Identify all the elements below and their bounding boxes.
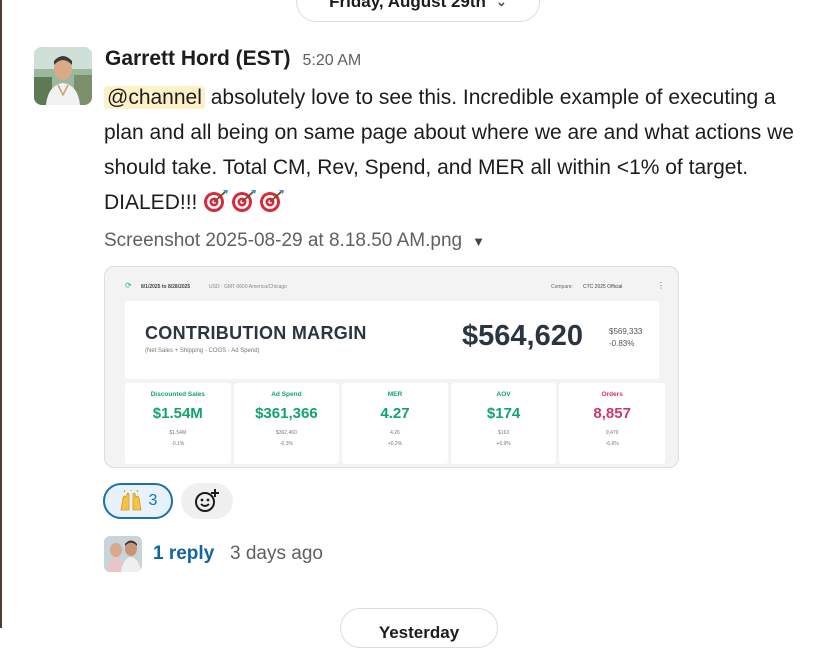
kpi-value: $1.54M (152, 405, 203, 422)
channel-mention[interactable]: @channel (104, 86, 205, 109)
kpi-target: 9,479 (605, 430, 619, 436)
message-header: Garrett Hord (EST) 5:20 AM (105, 47, 361, 71)
date-divider-button[interactable]: Friday, August 29th ⌄ (296, 0, 540, 22)
kpi-value: 8,857 (593, 405, 631, 422)
contribution-margin-card: CONTRIBUTION MARGIN (Net Sales + Shippin… (125, 301, 659, 379)
kpi-label: AOV (496, 391, 511, 398)
thread-last-reply-time: 3 days ago (230, 543, 323, 564)
kpi-label: MER (387, 391, 403, 398)
left-border (0, 0, 2, 628)
kpi-delta: -0.3% (279, 441, 293, 447)
thread-reply-link[interactable]: 1 reply (153, 543, 214, 565)
kpi-label: Discounted Sales (150, 391, 205, 398)
kpi-label: Orders (601, 391, 623, 398)
message-timestamp[interactable]: 5:20 AM (303, 52, 362, 70)
kpi-delta: -0.1% (171, 441, 185, 447)
preview-compare-label: Compare: (551, 284, 573, 290)
cm-title: CONTRIBUTION MARGIN (145, 323, 367, 343)
kpi-card: AOV $174 $163 +6.9% (450, 383, 557, 464)
kpi-card: Discounted Sales $1.54M $1.54M -0.1% (125, 383, 231, 464)
avatar[interactable] (34, 47, 92, 105)
cm-subtitle: (Net Sales + Shipping - COGS - Ad Spend) (145, 348, 260, 354)
date-divider-label: Friday, August 29th (329, 0, 486, 11)
preview-timezone: USD · GMT-0600 America/Chicago (209, 284, 287, 290)
more-icon: ⋮ (657, 281, 665, 290)
cm-value: $564,620 (462, 320, 583, 352)
kpi-row: Discounted Sales $1.54M $1.54M -0.1% Ad … (125, 383, 665, 464)
author-name[interactable]: Garrett Hord (EST) (105, 47, 291, 71)
caret-down-icon[interactable]: ▼ (472, 234, 485, 249)
preview-date-range: 8/1/2025 to 8/28/2025 (141, 284, 191, 290)
kpi-target: $1.54M (169, 430, 187, 436)
direct-hit-icon (260, 190, 285, 212)
kpi-target: 4.26 (390, 430, 400, 436)
message-body: @channel absolutely love to see this. In… (104, 80, 804, 220)
kpi-card: Orders 8,857 9,479 -6.6% (559, 383, 665, 464)
thread-reply-avatar[interactable] (104, 536, 142, 572)
kpi-delta: +0.2% (387, 441, 403, 447)
cm-delta: -0.83% (609, 339, 635, 348)
attachment-file-name[interactable]: Screenshot 2025-08-29 at 8.18.50 AM.png (104, 230, 462, 252)
kpi-label: Ad Spend (271, 391, 302, 398)
kpi-target: $163 (498, 430, 510, 436)
add-reaction-button[interactable] (181, 483, 233, 519)
attachment-header[interactable]: Screenshot 2025-08-29 at 8.18.50 AM.png … (104, 230, 485, 252)
kpi-delta: -6.6% (605, 441, 619, 447)
preview-toolbar: ⟳ 8/1/2025 to 8/28/2025 USD · GMT-0600 A… (105, 279, 678, 293)
refresh-icon: ⟳ (125, 281, 132, 290)
preview-compare-value: CTC 2025 Official (583, 284, 623, 290)
reaction-raised-hands[interactable]: 3 (103, 483, 173, 519)
kpi-value: 4.27 (380, 405, 410, 422)
cm-target: $569,333 (609, 327, 643, 336)
kpi-target: $362,460 (275, 430, 297, 436)
kpi-card: MER 4.27 4.26 +0.2% (342, 383, 448, 464)
image-attachment[interactable]: ⟳ 8/1/2025 to 8/28/2025 USD · GMT-0600 A… (104, 266, 679, 468)
kpi-value: $361,366 (255, 405, 318, 422)
direct-hit-icon (232, 190, 257, 212)
add-emoji-icon (195, 489, 219, 512)
kpi-delta: +6.9% (496, 441, 511, 447)
reaction-count: 3 (148, 492, 158, 509)
chevron-down-icon: ⌄ (495, 0, 507, 9)
kpi-card: Ad Spend $361,366 $362,460 -0.3% (233, 383, 340, 464)
kpi-value: $174 (486, 405, 521, 422)
date-divider-yesterday-label: Yesterday (378, 623, 460, 642)
date-divider-yesterday-button[interactable]: Yesterday (340, 608, 498, 648)
direct-hit-icon (204, 190, 229, 212)
raised-hands-icon (120, 490, 142, 511)
